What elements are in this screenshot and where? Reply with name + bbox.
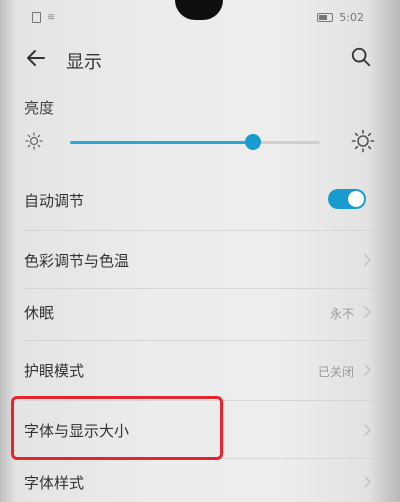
chevron-right-icon (364, 424, 371, 436)
brightness-slider-thumb[interactable] (244, 134, 261, 150)
font-style-row[interactable]: 字体样式 (0, 464, 400, 502)
status-bar: ≋ 5:02 (0, 0, 400, 30)
chevron-right-icon (364, 254, 371, 266)
phone-screen: ≋ 5:02 显示 亮度 自动调节 色彩调节与色温 休眠 永不 护眼模式 已关闭… (0, 0, 400, 502)
brightness-row (0, 128, 400, 158)
sleep-value: 永不 (329, 307, 354, 321)
app-header: 显示 (0, 40, 400, 80)
sun-large-icon (351, 129, 375, 153)
auto-adjust-row[interactable]: 自动调节 (0, 180, 400, 220)
color-temp-label: 色彩调节与色温 (24, 252, 130, 270)
page-title: 显示 (66, 52, 102, 73)
status-right: 5:02 (317, 11, 364, 24)
chevron-right-icon (364, 364, 371, 376)
sun-small-icon (25, 132, 43, 150)
status-time: 5:02 (339, 11, 364, 24)
wifi-icon: ≋ (47, 12, 56, 23)
brightness-slider[interactable] (70, 134, 320, 150)
sleep-label: 休眠 (24, 304, 55, 322)
chevron-right-icon (364, 306, 371, 318)
search-icon[interactable] (350, 46, 372, 68)
brightness-label: 亮度 (24, 99, 55, 117)
eye-comfort-value: 已关闭 (317, 365, 354, 379)
toggle-knob (348, 191, 364, 207)
arrow-left-icon[interactable] (24, 46, 48, 70)
divider (24, 340, 376, 341)
battery-icon (317, 13, 334, 22)
sim-card-icon (32, 12, 41, 23)
brightness-slider-fill (70, 141, 253, 144)
sleep-row[interactable]: 休眠 永不 (0, 292, 400, 332)
auto-adjust-label: 自动调节 (24, 192, 85, 210)
color-temp-row[interactable]: 色彩调节与色温 (0, 240, 400, 280)
divider (24, 288, 376, 289)
auto-adjust-toggle[interactable] (328, 189, 366, 209)
eye-comfort-row[interactable]: 护眼模式 已关闭 (0, 350, 400, 390)
chevron-right-icon (364, 476, 371, 488)
eye-comfort-label: 护眼模式 (24, 362, 85, 380)
font-style-label: 字体样式 (24, 474, 85, 492)
highlight-annotation-box (11, 396, 223, 460)
divider (24, 230, 376, 231)
status-left: ≋ (32, 12, 55, 23)
